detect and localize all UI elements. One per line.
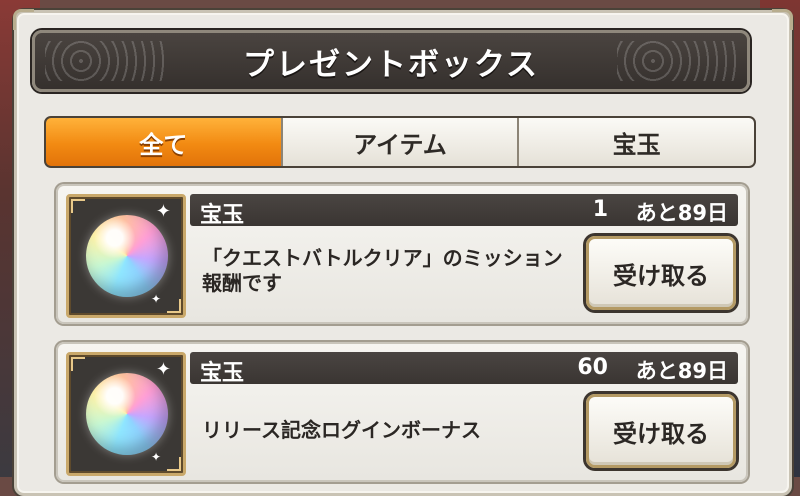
receive-button[interactable]: 受け取る (586, 236, 736, 310)
panel-corner-ornament (13, 9, 34, 30)
header-ornament (617, 41, 737, 81)
header-ornament (45, 41, 165, 81)
sparkle-icon: ✦ (150, 450, 161, 464)
item-expiry: あと89日 (635, 359, 728, 383)
tab-all[interactable]: 全て (46, 118, 281, 166)
jewel-orb-icon (86, 373, 168, 455)
jewel-orb-icon (86, 215, 168, 297)
item-header-bar: 宝玉 1 あと89日 (190, 194, 738, 228)
sparkle-icon: ✦ (155, 359, 171, 380)
filter-tabs: 全て アイテム 宝玉 (44, 116, 756, 168)
item-description: 「クエストバトルクリア」のミッション報酬です (202, 246, 563, 295)
sparkle-icon: ✦ (155, 201, 171, 222)
item-description: リリース記念ログインボーナス (202, 418, 481, 442)
item-expiry: あと89日 (635, 201, 728, 225)
receive-button[interactable]: 受け取る (586, 394, 736, 468)
sparkle-icon: ✦ (150, 292, 161, 306)
item-icon-frame: ✦ ✦ (66, 352, 186, 476)
item-header-bar: 宝玉 60 あと89日 (190, 352, 738, 386)
tab-items[interactable]: アイテム (280, 118, 518, 166)
item-quantity: 1 (592, 197, 608, 222)
item-icon-frame: ✦ ✦ (66, 194, 186, 318)
item-quantity: 60 (577, 355, 608, 380)
tab-jewels[interactable]: 宝玉 (517, 118, 754, 166)
dialog-header: プレゼントボックス (32, 30, 750, 92)
item-name: 宝玉 (200, 361, 245, 386)
present-card: ✦ ✦ 宝玉 60 あと89日 リリース記念ログインボーナス 受け取る (56, 342, 748, 482)
panel-corner-ornament (772, 9, 793, 30)
item-name: 宝玉 (200, 203, 245, 228)
present-card: ✦ ✦ 宝玉 1 あと89日 「クエストバトルクリア」のミッション報酬です 受け… (56, 184, 748, 324)
dialog-title: プレゼントボックス (242, 46, 540, 83)
